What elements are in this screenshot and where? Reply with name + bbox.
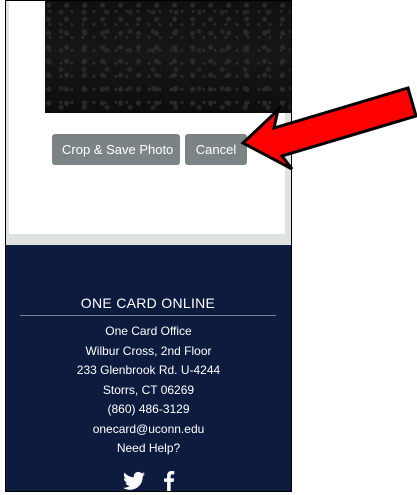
modal-actions: Crop & Save Photo Cancel [52,134,247,165]
office-name: One Card Office [105,324,192,338]
phone-screen: Crop & Save Photo Cancel ONE CARD ONLINE… [5,0,292,492]
footer-contact: One Card Office Wilbur Cross, 2nd Floor … [6,322,291,459]
phone-number: (860) 486-3129 [107,402,190,416]
red-arrow-annotation [240,86,417,170]
screenshot-stage: Crop & Save Photo Cancel ONE CARD ONLINE… [0,0,417,495]
crop-save-photo-button[interactable]: Crop & Save Photo [52,134,180,165]
email-link[interactable]: onecard@uconn.edu [6,420,291,440]
social-links [6,471,291,491]
footer-title: ONE CARD ONLINE [20,295,276,316]
site-footer: ONE CARD ONLINE One Card Office Wilbur C… [6,245,291,491]
twitter-icon[interactable] [122,471,145,491]
cancel-button[interactable]: Cancel [185,134,247,165]
need-help-link[interactable]: Need Help? [6,439,291,459]
city-state-zip: Storrs, CT 06269 [102,382,195,397]
office-location: Wilbur Cross, 2nd Floor [85,343,212,358]
street-address: 233 Glenbrook Rd. U-4244 [76,363,221,377]
facebook-icon[interactable] [163,471,175,491]
